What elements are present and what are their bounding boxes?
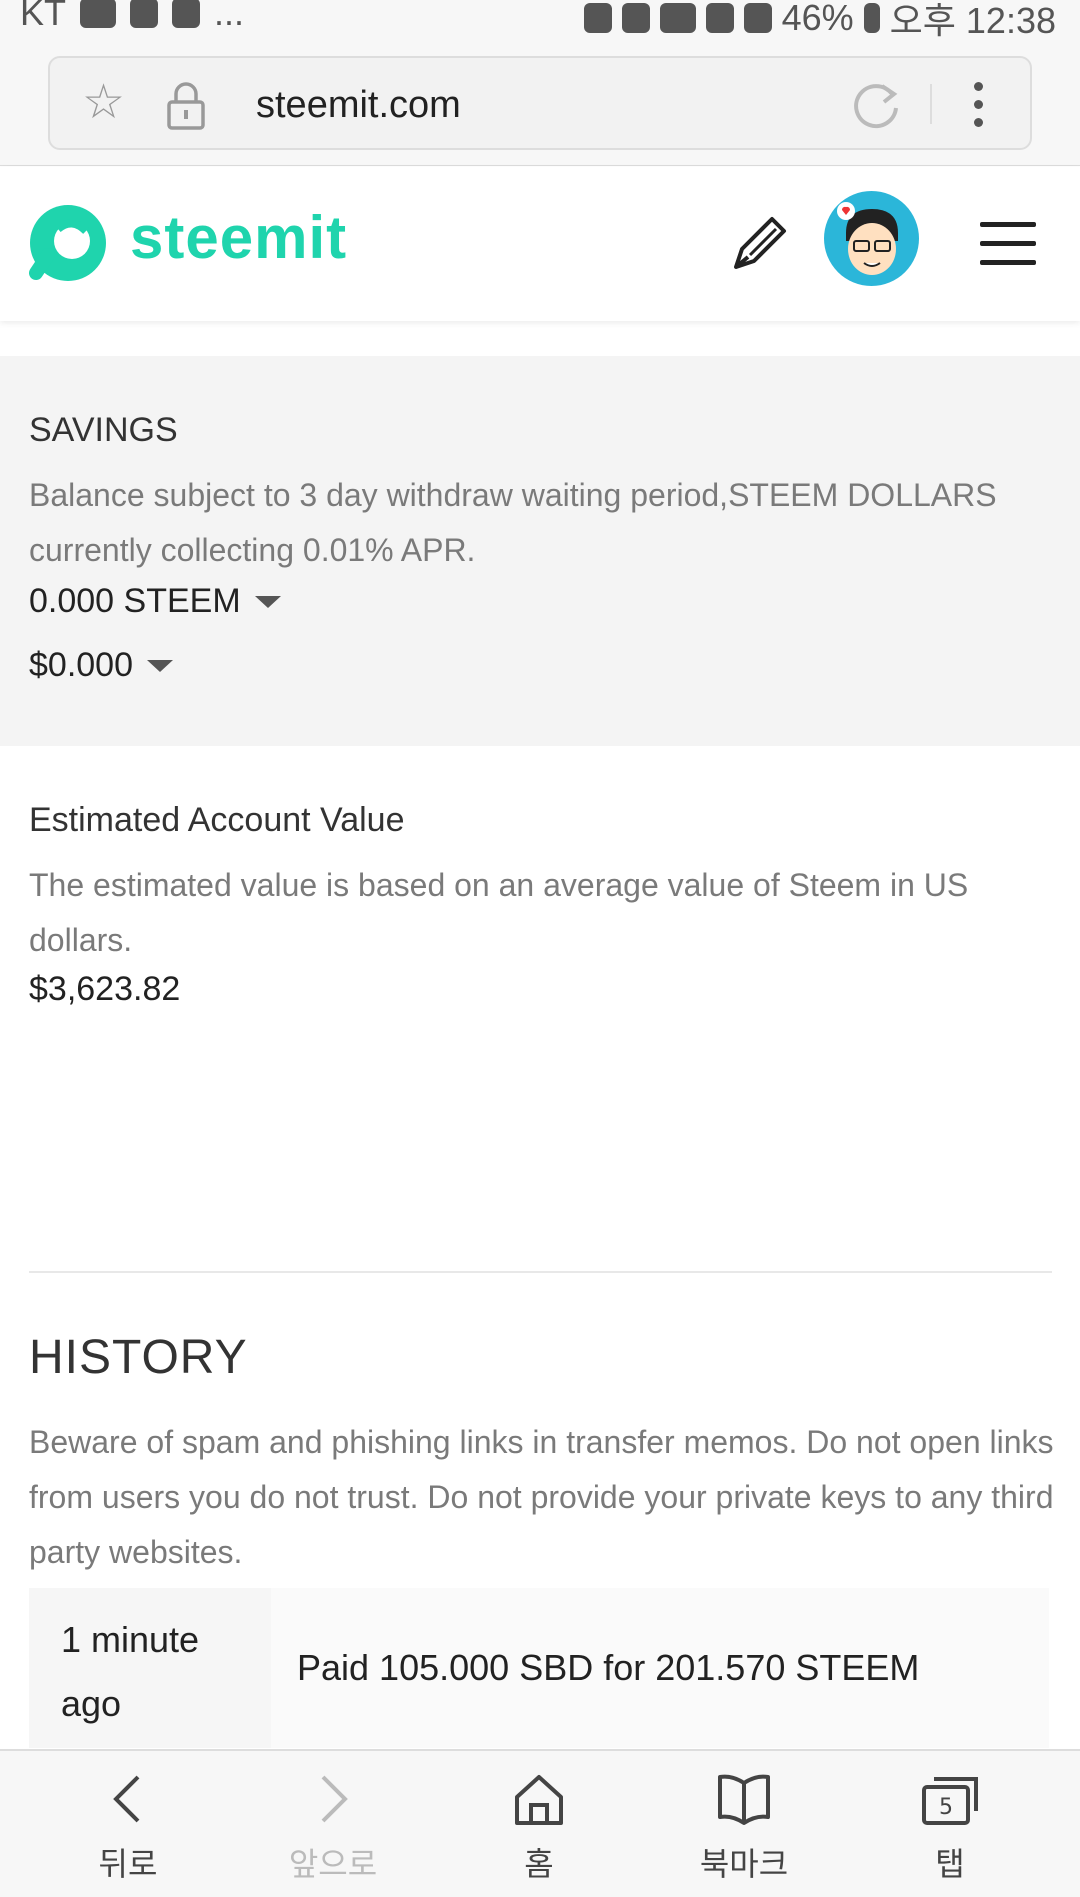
section-divider (29, 1271, 1052, 1273)
steemit-logo-icon[interactable] (28, 203, 108, 283)
pen-icon[interactable] (730, 213, 790, 273)
tab-count: 5 (939, 1795, 953, 1820)
battery-icon (863, 3, 880, 33)
address-bar[interactable]: ☆ steemit.com (48, 56, 1032, 150)
savings-sbd-value: $0.000 (29, 646, 133, 684)
browser-menu-icon[interactable] (972, 82, 984, 128)
estimated-value-section: Estimated Account Value The estimated va… (0, 746, 1080, 1266)
status-bar: KT ... 46% 오후 12:38 (0, 0, 1080, 41)
forward-button[interactable]: 앞으로 (233, 1769, 433, 1885)
estimated-title: Estimated Account Value (29, 801, 405, 839)
history-time: 1 minute ago (61, 1619, 200, 1724)
savings-section: SAVINGS Balance subject to 3 day withdra… (0, 356, 1080, 746)
chevron-right-icon (321, 1775, 348, 1823)
avatar[interactable] (824, 191, 919, 286)
carrier-label: KT (20, 0, 67, 33)
forward-label: 앞으로 (288, 1846, 378, 1882)
mute-icon (583, 3, 612, 33)
home-label: 홈 (524, 1846, 554, 1882)
tabs-button[interactable]: 5 탭 (850, 1769, 1050, 1885)
app-header: steemit (0, 167, 1080, 321)
logo-text[interactable]: steemit (130, 203, 347, 273)
reload-icon[interactable] (852, 80, 902, 130)
history-description: Paid 105.000 SBD for 201.570 STEEM (271, 1588, 1049, 1748)
back-button[interactable]: 뒤로 (28, 1769, 228, 1885)
lock-icon (167, 82, 205, 130)
url-text[interactable]: steemit.com (256, 80, 461, 130)
estimated-value: $3,623.82 (29, 970, 181, 1008)
caret-down-icon (254, 595, 281, 608)
savings-steem-value: 0.000 STEEM (29, 582, 241, 620)
savings-sbd-dropdown[interactable]: $0.000 (29, 646, 173, 685)
grid-icon (130, 0, 159, 28)
estimated-description: The estimated value is based on an avera… (29, 867, 969, 958)
image-icon (172, 0, 201, 28)
status-more: ... (214, 0, 245, 33)
avatar-face-icon (837, 202, 898, 275)
home-icon (515, 1775, 563, 1825)
browser-toolbar: ☆ steemit.com (0, 40, 1080, 166)
hd-icon (659, 3, 696, 33)
tabs-label: 탭 (935, 1846, 965, 1882)
home-button[interactable]: 홈 (439, 1769, 639, 1885)
savings-description: Balance subject to 3 day withdraw waitin… (29, 477, 997, 568)
history-title: HISTORY (29, 1331, 248, 1384)
history-warning: Beware of spam and phishing links in tra… (29, 1424, 1054, 1570)
url-separator (930, 84, 932, 124)
table-row: 1 minute ago Paid 105.000 SBD for 201.57… (29, 1588, 1049, 1748)
browser-bottom-nav: 뒤로 앞으로 홈 북마크 5 탭 (0, 1749, 1080, 1897)
bookmarks-button[interactable]: 북마크 (644, 1769, 844, 1885)
signal-icon (743, 3, 772, 33)
savings-steem-dropdown[interactable]: 0.000 STEEM (29, 582, 281, 621)
book-icon (718, 1774, 770, 1825)
chevron-left-icon (113, 1775, 140, 1823)
battery-percent: 46% (781, 0, 854, 38)
status-right: 46% 오후 12:38 (583, 0, 1056, 44)
savings-title: SAVINGS (29, 411, 178, 449)
status-left: KT ... (20, 0, 244, 34)
bookmarks-label: 북마크 (699, 1846, 789, 1882)
caret-down-icon (147, 659, 173, 672)
cloud-icon (80, 0, 117, 28)
back-label: 뒤로 (98, 1846, 158, 1882)
data-icon (705, 3, 734, 33)
tabs-icon: 5 (922, 1777, 978, 1825)
clock: 오후 12:38 (889, 0, 1056, 41)
bookmark-star-icon[interactable]: ☆ (82, 78, 125, 128)
hamburger-menu-icon[interactable] (980, 222, 1036, 266)
alarm-icon (621, 3, 650, 33)
